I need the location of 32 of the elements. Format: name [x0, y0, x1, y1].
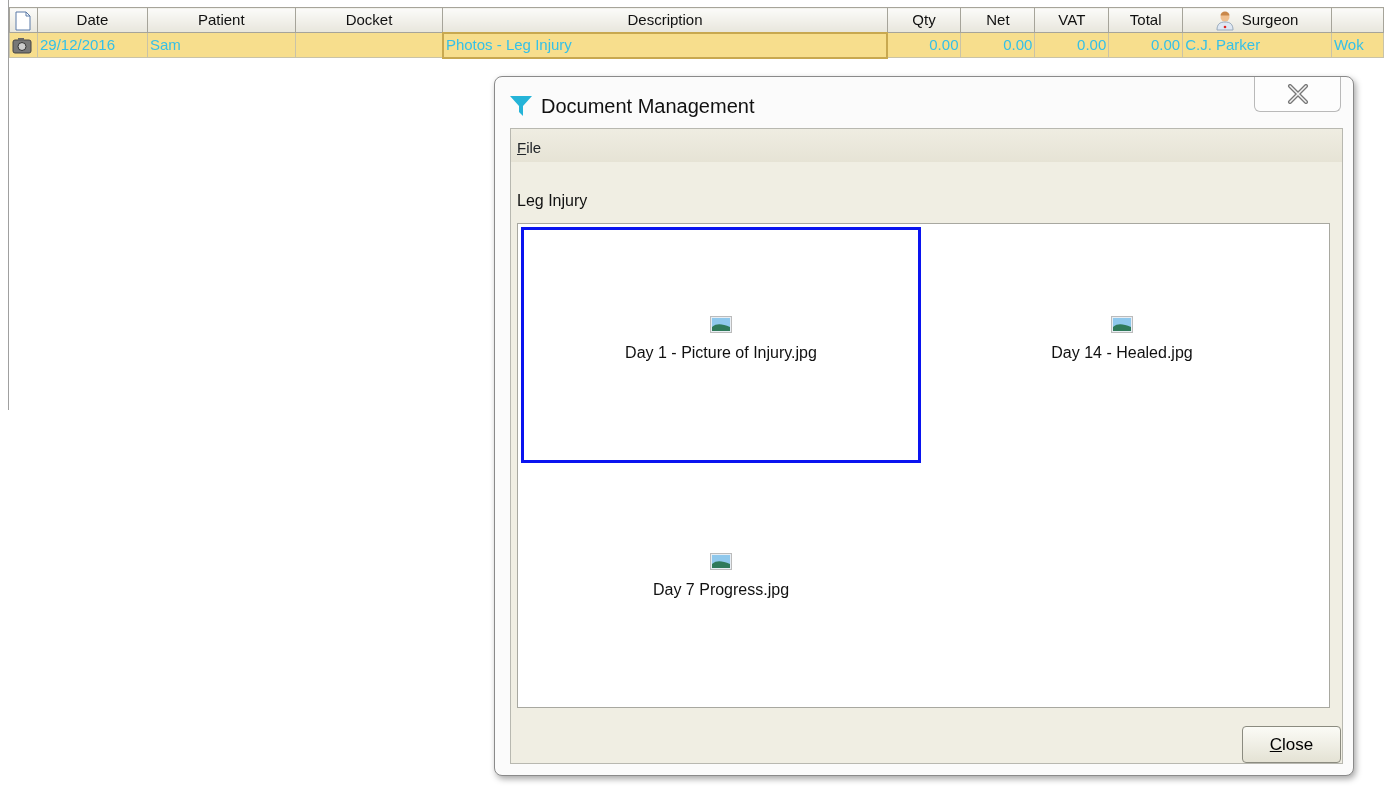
column-header[interactable]: Docket [295, 7, 443, 33]
column-header[interactable]: Net [961, 7, 1035, 33]
column-header[interactable]: Qty [887, 7, 961, 33]
file-thumbnail[interactable]: Day 14 - Healed.jpg [922, 227, 1322, 463]
file-name: Day 14 - Healed.jpg [1051, 342, 1193, 363]
file-name: Day 1 - Picture of Injury.jpg [625, 342, 817, 363]
column-header[interactable]: Patient [147, 7, 296, 33]
table-cell: Photos - Leg Injury [442, 32, 888, 58]
file-thumbnail[interactable]: Day 1 - Picture of Injury.jpg [521, 227, 921, 463]
column-header: Surgeon [1241, 10, 1299, 28]
table-cell: Sam [147, 32, 296, 58]
column-header[interactable]: Description [442, 7, 888, 33]
close-button[interactable] [1254, 77, 1341, 112]
table-cell: 29/12/2016 [37, 32, 148, 58]
column-header[interactable]: Date [37, 7, 148, 33]
file-name: Day 7 Progress.jpg [652, 579, 790, 600]
file-thumbnail[interactable]: Day 7 Progress.jpg [521, 464, 921, 700]
camera-icon [12, 37, 32, 55]
funnel-icon [509, 94, 533, 118]
image-icon [710, 552, 732, 570]
column-header[interactable]: VAT [1034, 7, 1109, 33]
table-cell: C.J. Parker [1182, 32, 1332, 58]
window-title: Document Management [541, 94, 755, 119]
menu-item[interactable]: File [517, 137, 542, 154]
column-header[interactable]: Total [1108, 7, 1183, 33]
image-icon [710, 315, 732, 333]
person-icon [1215, 10, 1234, 31]
close-button[interactable]: Close [1242, 726, 1341, 763]
document-icon [15, 10, 32, 31]
close-icon [1286, 84, 1309, 104]
image-icon [1111, 315, 1133, 333]
folder-label: Leg Injury [517, 191, 589, 211]
